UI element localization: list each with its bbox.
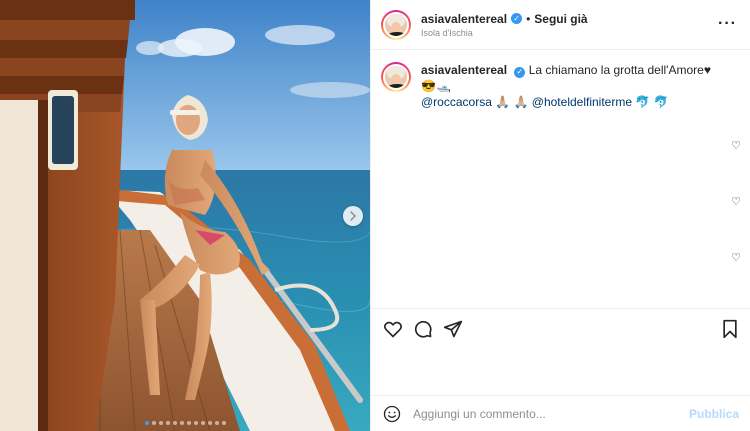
comment-like-heart-icon[interactable]: ♡ [731, 139, 741, 152]
carousel-dot [179, 421, 184, 425]
carousel-dot [151, 421, 156, 425]
carousel-indicator [0, 421, 370, 425]
caption: asiavalentereal ✓ La chiamano la grotta … [381, 62, 721, 110]
avatar-image [383, 64, 409, 90]
post-photo[interactable] [0, 0, 370, 431]
caption-emoji-mid: 🙏🏼 🙏🏼 [495, 95, 529, 109]
carousel-dot [193, 421, 198, 425]
carousel-dot [186, 421, 191, 425]
smiley-icon[interactable] [383, 405, 401, 423]
carousel-dot [158, 421, 163, 425]
caption-emoji-end: 🐬 🐬 [635, 95, 669, 109]
comment-icon[interactable] [413, 319, 433, 339]
bookmark-icon[interactable] [721, 319, 739, 339]
carousel-dot [200, 421, 205, 425]
carousel-next-button[interactable] [343, 206, 363, 226]
caption-text: asiavalentereal ✓ La chiamano la grotta … [421, 62, 721, 110]
chevron-right-icon [350, 211, 357, 221]
carousel-dot [221, 421, 226, 425]
carousel-dot [214, 421, 219, 425]
caption-username-link[interactable]: asiavalentereal [421, 63, 507, 77]
verified-badge-icon: ✓ [511, 13, 523, 24]
carousel-dot [172, 421, 177, 425]
share-icon[interactable] [443, 319, 463, 339]
caption-body: La chiamano la grotta dell'Amore [528, 63, 704, 77]
add-comment-bar: Pubblica [371, 395, 750, 431]
comment-input[interactable] [413, 406, 683, 421]
post-header: asiavalentereal ✓ • Segui già Isola d'Is… [371, 0, 750, 50]
header-text: asiavalentereal ✓ • Segui già Isola d'Is… [421, 12, 588, 38]
instagram-post-view: asiavalentereal ✓ • Segui già Isola d'Is… [0, 0, 750, 431]
action-bar [371, 308, 750, 348]
more-options-icon[interactable]: ··· [718, 15, 737, 33]
caption-avatar[interactable] [381, 62, 411, 92]
carousel-dot [165, 421, 170, 425]
location-link[interactable]: Isola d'Ischia [421, 28, 588, 38]
comment-like-heart-icon[interactable]: ♡ [731, 251, 741, 264]
photo-scene [0, 0, 370, 431]
separator: • [526, 11, 531, 26]
comments-section: asiavalentereal ✓ La chiamano la grotta … [371, 50, 750, 308]
heart-icon[interactable] [383, 319, 403, 339]
avatar[interactable] [381, 9, 411, 40]
publish-button[interactable]: Pubblica [689, 407, 739, 421]
username-link[interactable]: asiavalentereal [421, 12, 507, 26]
comment-like-heart-icon[interactable]: ♡ [731, 195, 741, 208]
carousel-dot [207, 421, 212, 425]
verified-badge-icon: ✓ [514, 66, 526, 78]
post-details-panel: asiavalentereal ✓ • Segui già Isola d'Is… [370, 0, 750, 431]
follow-button[interactable]: Segui già [534, 12, 587, 26]
mention-hoteldelfiniterme[interactable]: @hoteldelfiniterme [532, 95, 632, 109]
carousel-dot [144, 421, 149, 425]
mention-roccacorsa[interactable]: @roccacorsa [421, 95, 492, 109]
avatar-image [383, 11, 409, 38]
